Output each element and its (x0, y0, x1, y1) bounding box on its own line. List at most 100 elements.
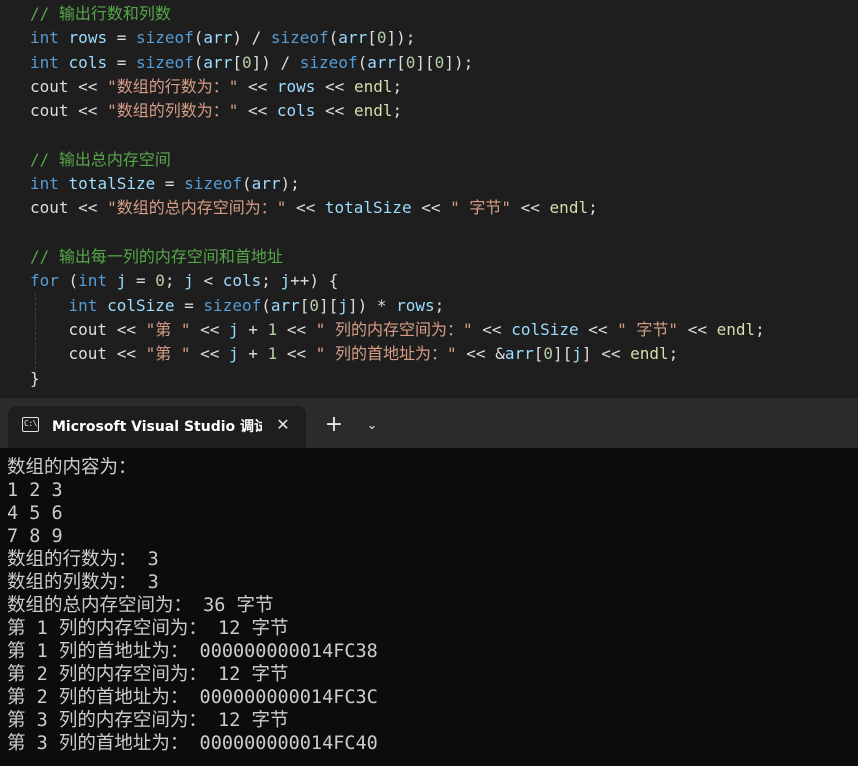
code-token: j (184, 271, 194, 291)
code-token: 0 (543, 344, 554, 364)
output-line: 4 5 6 (7, 503, 63, 524)
code-token: 0 (241, 52, 252, 72)
code-token: << (238, 101, 277, 121)
code-token: [ (396, 52, 406, 72)
code-token: << (68, 76, 108, 96)
code-token: arr (338, 28, 368, 48)
code-token: ][ (319, 295, 339, 315)
output-line: 第 1 列的首地址为： 000000000014FC38 (7, 641, 378, 662)
code-token: totalSize (68, 174, 156, 194)
code-token: endl (630, 344, 669, 364)
code-token: [ (232, 52, 242, 72)
code-token: ( (261, 295, 271, 315)
output-line: 第 3 列的内存空间为： 12 字节 (7, 710, 289, 731)
output-line: 第 1 列的内存空间为： 12 字节 (7, 618, 289, 639)
code-token: << (315, 101, 354, 121)
terminal-tab[interactable]: C:\ Microsoft Visual Studio 调试控 ✕ (8, 406, 306, 448)
code-token: j (116, 271, 127, 291)
code-token: [ (367, 28, 377, 48)
code-token: ( (241, 174, 252, 194)
code-token: + (238, 319, 268, 339)
code-token: = (155, 174, 185, 194)
code-token: 0 (434, 52, 445, 72)
code-token: endl (716, 319, 756, 339)
code-token: = (126, 271, 156, 291)
code-token: = (107, 52, 136, 72)
code-token: 1 (267, 319, 278, 339)
code-token: int (30, 52, 59, 72)
code-token: "第 " (145, 344, 191, 364)
code-token: ( (193, 52, 204, 72)
code-token: rows (396, 295, 435, 315)
code-line: cout << "数组的行数为：" << rows << endl; (30, 75, 402, 99)
code-token: " 字节" (617, 319, 679, 339)
code-token: sizeof (270, 28, 329, 48)
code-token: sizeof (184, 174, 242, 194)
code-token: // 输出每一列的内存空间和首地址 (30, 247, 283, 266)
code-token: cout (30, 198, 69, 218)
code-line: int cols = sizeof(arr[0]) / sizeof(arr[0… (30, 51, 473, 75)
code-token: "第 " (145, 319, 191, 339)
code-token: << (238, 76, 277, 96)
code-token: sizeof (203, 295, 262, 315)
code-token: arr (367, 52, 397, 72)
code-token: ; (588, 198, 598, 218)
code-token: cout (30, 76, 69, 96)
code-token: << (277, 344, 316, 364)
code-token: 0 (405, 52, 416, 72)
code-token: << (678, 319, 717, 339)
code-line: int totalSize = sizeof(arr); (30, 172, 300, 196)
close-icon[interactable]: ✕ (272, 414, 294, 436)
code-token: endl (353, 76, 393, 96)
output-line: 第 3 列的首地址为： 000000000014FC40 (7, 733, 378, 754)
code-token: cout (30, 101, 69, 121)
code-token: j (338, 295, 348, 315)
code-line: // 输出总内存空间 (30, 148, 171, 172)
code-line: cout << "第 " << j + 1 << " 列的首地址为：" << &… (30, 342, 679, 366)
code-token: rows (276, 76, 316, 96)
code-token: } (30, 368, 40, 388)
code-token: "数组的总内存空间为：" (107, 198, 287, 218)
code-token: ; (164, 271, 185, 291)
code-token: ; (668, 344, 679, 364)
code-token: [ (533, 344, 544, 364)
code-token: "数组的列数为：" (107, 101, 239, 121)
code-token: ); (280, 174, 300, 194)
output-line: 数组的内容为： (7, 457, 137, 478)
code-token: sizeof (135, 28, 194, 48)
code-line: // 输出行数和列数 (30, 2, 171, 26)
code-token: ++) { (290, 271, 339, 291)
code-token: sizeof (299, 52, 358, 72)
output-line: 数组的行数为： 3 (7, 549, 159, 570)
code-token: " 列的首地址为：" (315, 344, 457, 364)
code-token: "数组的行数为：" (107, 76, 239, 96)
code-token: ]) * (347, 295, 397, 315)
code-token: ; (392, 76, 403, 96)
code-token: " 列的内存空间为：" (315, 319, 473, 339)
code-token: cols (222, 271, 262, 291)
terminal-output[interactable]: 数组的内容为： 1 2 34 5 67 8 9 数组的行数为： 3 数组的列数为： 3… (0, 448, 858, 766)
code-token: ( (58, 271, 79, 291)
code-line: } (30, 367, 40, 391)
code-token: ; (755, 319, 765, 339)
code-token: arr (203, 52, 233, 72)
code-token: << & (456, 344, 505, 364)
code-token: << (472, 319, 512, 339)
new-tab-button[interactable]: + (322, 414, 346, 438)
code-token: " 字节" (450, 198, 512, 218)
chevron-down-icon[interactable]: ⌄ (360, 414, 384, 438)
code-token: << (511, 198, 550, 218)
code-token: arr (270, 295, 300, 315)
code-token: int (68, 295, 98, 315)
code-token: // 输出总内存空间 (30, 149, 171, 169)
code-token: ]); (444, 52, 474, 72)
code-token: sizeof (135, 52, 194, 72)
code-editor[interactable]: // 输出行数和列数 int rows = sizeof(arr) / sizeo… (0, 0, 858, 398)
code-token: endl (549, 198, 589, 218)
code-token: << (190, 319, 230, 339)
code-token: ]) / (251, 52, 300, 72)
code-token: j (280, 271, 291, 291)
